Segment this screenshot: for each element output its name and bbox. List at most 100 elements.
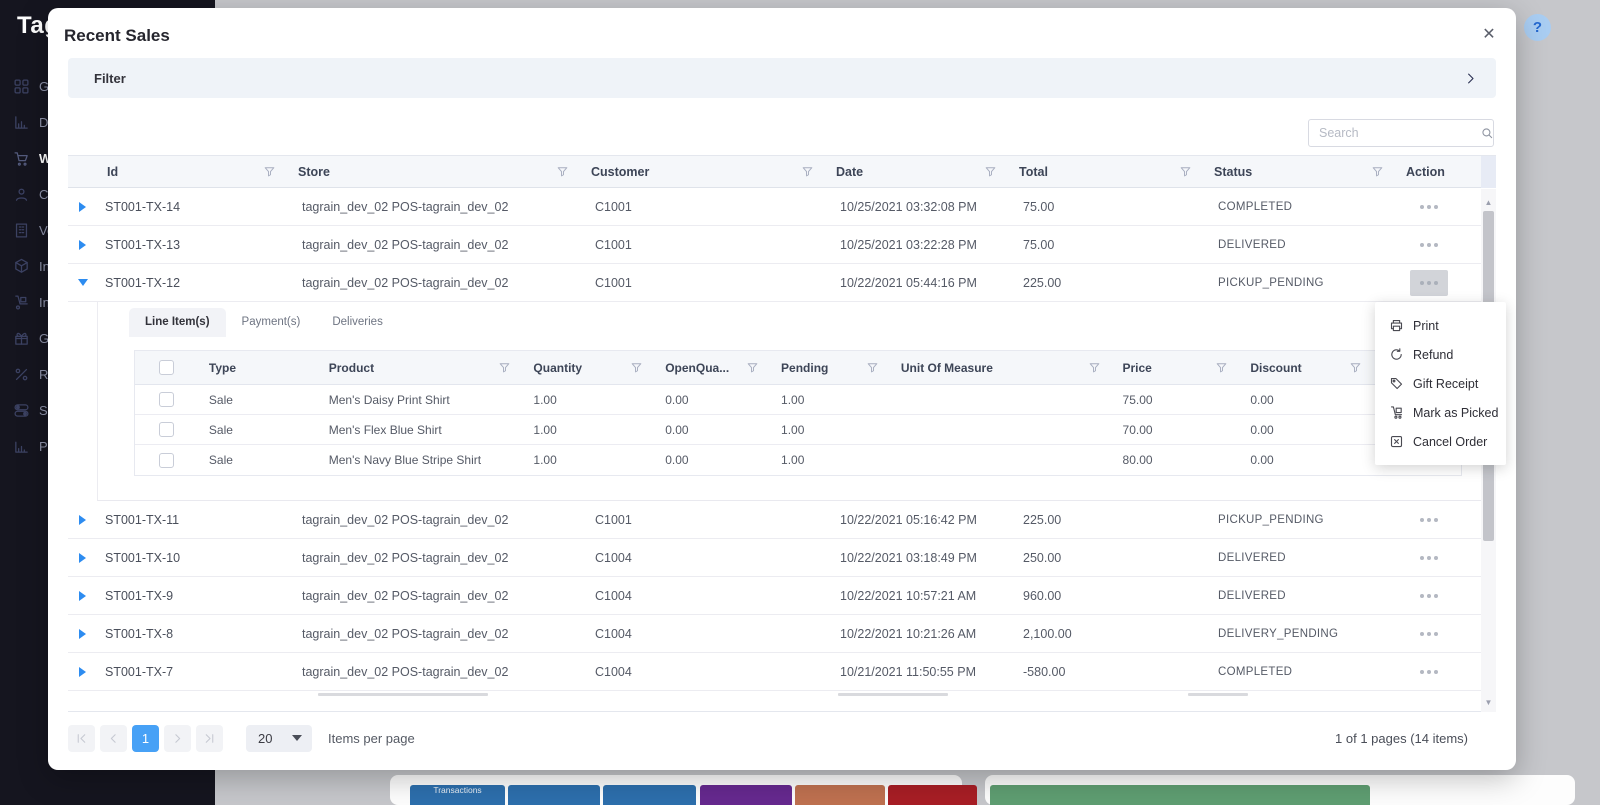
search-input[interactable] [1309, 126, 1480, 140]
column-header-customer[interactable]: Customer [581, 156, 826, 187]
row-actions-button[interactable] [1410, 621, 1448, 647]
column-header-unit-of-measure[interactable]: Unit Of Measure [889, 351, 1111, 384]
tab-deliveries[interactable]: Deliveries [316, 308, 399, 337]
first-page-button[interactable] [68, 725, 95, 752]
row-actions-button[interactable] [1410, 659, 1448, 685]
column-header-date[interactable]: Date [826, 156, 1009, 187]
menu-item-print[interactable]: Print [1375, 311, 1506, 340]
cell-status: DELIVERED [1204, 239, 1396, 251]
cell-type: Sale [197, 453, 317, 467]
cell-id: ST001-TX-9 [97, 589, 288, 603]
bg-button[interactable] [700, 785, 792, 805]
cell-total: 250.00 [1009, 551, 1204, 565]
page-1-button[interactable]: 1 [132, 725, 159, 752]
cell-customer: C1001 [581, 200, 826, 214]
row-checkbox[interactable] [159, 422, 174, 437]
previous-page-button[interactable] [100, 725, 127, 752]
row-actions-button[interactable] [1410, 270, 1448, 296]
expand-row-button[interactable] [68, 591, 97, 601]
expand-row-button[interactable] [68, 202, 97, 212]
bg-button[interactable] [990, 785, 1370, 805]
funnel-icon [1088, 361, 1101, 374]
column-header-quantity[interactable]: Quantity [521, 351, 653, 384]
column-header-product[interactable]: Product [317, 351, 522, 384]
row-checkbox[interactable] [159, 453, 174, 468]
line-items-table: TypeProductQuantityOpenQua...PendingUnit… [134, 350, 1462, 476]
menu-item-label: Gift Receipt [1413, 377, 1478, 391]
menu-item-mark-as-picked[interactable]: Mark as Picked [1375, 398, 1506, 427]
bg-button-transactions[interactable]: Transactions [410, 785, 505, 805]
funnel-icon [1215, 361, 1228, 374]
collapse-row-button[interactable] [68, 279, 97, 286]
caret-down-icon [292, 735, 302, 741]
cell-open-quantity: 0.00 [653, 423, 769, 437]
funnel-icon [630, 361, 643, 374]
close-icon[interactable]: ✕ [1478, 24, 1500, 44]
menu-item-cancel-order[interactable]: Cancel Order [1375, 427, 1506, 456]
table-row: ST001-TX-10tagrain_dev_02 POS-tagrain_de… [68, 539, 1496, 577]
scroll-down-icon[interactable]: ▼ [1481, 697, 1496, 709]
column-header-discount[interactable]: Discount [1238, 351, 1372, 384]
tab-line-item-s[interactable]: Line Item(s) [129, 308, 226, 337]
building-icon [13, 222, 30, 239]
cell-date: 10/22/2021 10:57:21 AM [826, 589, 1009, 603]
menu-item-gift-receipt[interactable]: Gift Receipt [1375, 369, 1506, 398]
column-header-total[interactable]: Total [1009, 156, 1204, 187]
row-actions-button[interactable] [1410, 545, 1448, 571]
row-actions-button[interactable] [1410, 583, 1448, 609]
column-header-price[interactable]: Price [1111, 351, 1239, 384]
cell-id: ST001-TX-12 [97, 276, 288, 290]
select-all-checkbox[interactable] [159, 360, 174, 375]
cell-store: tagrain_dev_02 POS-tagrain_dev_02 [288, 589, 581, 603]
row-actions-button[interactable] [1410, 232, 1448, 258]
bg-button[interactable] [888, 785, 977, 805]
cell-quantity: 1.00 [521, 393, 653, 407]
column-label: Price [1123, 361, 1152, 375]
cell-product: Men's Daisy Print Shirt [317, 393, 522, 407]
page-size-value: 20 [258, 731, 272, 746]
filter-accordion[interactable]: Filter [68, 58, 1496, 98]
cell-total: 75.00 [1009, 200, 1204, 214]
expand-row-button[interactable] [68, 240, 97, 250]
column-header-type[interactable]: Type [197, 351, 317, 384]
help-button[interactable]: ? [1524, 14, 1551, 41]
bg-button[interactable] [603, 785, 696, 805]
column-header-status[interactable]: Status [1204, 156, 1396, 187]
column-header-id[interactable]: Id [97, 156, 288, 187]
expand-row-button[interactable] [68, 515, 97, 525]
column-header-action[interactable]: Action [1396, 156, 1481, 187]
cell-price: 75.00 [1111, 393, 1239, 407]
search-box [1308, 119, 1494, 147]
column-header-pending[interactable]: Pending [769, 351, 889, 384]
row-actions-menu: PrintRefund Gift Receipt Mark as Picked Can… [1375, 302, 1506, 465]
last-page-button[interactable] [196, 725, 223, 752]
bg-button[interactable] [508, 785, 600, 805]
menu-item-refund[interactable]: Refund [1375, 340, 1506, 369]
tab-payment-s[interactable]: Payment(s) [226, 308, 317, 337]
cell-date: 10/25/2021 03:32:08 PM [826, 200, 1009, 214]
bg-button[interactable] [795, 785, 885, 805]
column-header-store[interactable]: Store [288, 156, 581, 187]
cell-status: PICKUP_PENDING [1204, 514, 1396, 526]
menu-item-label: Cancel Order [1413, 435, 1487, 449]
cell-id: ST001-TX-14 [97, 200, 288, 214]
row-checkbox[interactable] [159, 392, 174, 407]
expand-row-button[interactable] [68, 629, 97, 639]
recent-sales-modal: Recent Sales ✕ Filter IdStoreCustomerDat… [48, 8, 1516, 770]
cell-open-quantity: 0.00 [653, 393, 769, 407]
next-page-button[interactable] [164, 725, 191, 752]
toggles-icon [13, 402, 30, 419]
table-row: ST001-TX-11tagrain_dev_02 POS-tagrain_de… [68, 501, 1496, 539]
page-size-select[interactable]: 20 [246, 725, 312, 752]
expand-column-header [68, 156, 97, 187]
cell-store: tagrain_dev_02 POS-tagrain_dev_02 [288, 665, 581, 679]
line-item-row: SaleMen's Flex Blue Shirt1.000.001.0070.… [135, 415, 1461, 445]
cell-date: 10/22/2021 05:44:16 PM [826, 276, 1009, 290]
row-actions-button[interactable] [1410, 507, 1448, 533]
column-header-openqua[interactable]: OpenQua... [653, 351, 769, 384]
expand-row-button[interactable] [68, 553, 97, 563]
expand-row-button[interactable] [68, 667, 97, 677]
scroll-up-icon[interactable]: ▲ [1481, 197, 1496, 209]
cell-id: ST001-TX-13 [97, 238, 288, 252]
row-actions-button[interactable] [1410, 194, 1448, 220]
